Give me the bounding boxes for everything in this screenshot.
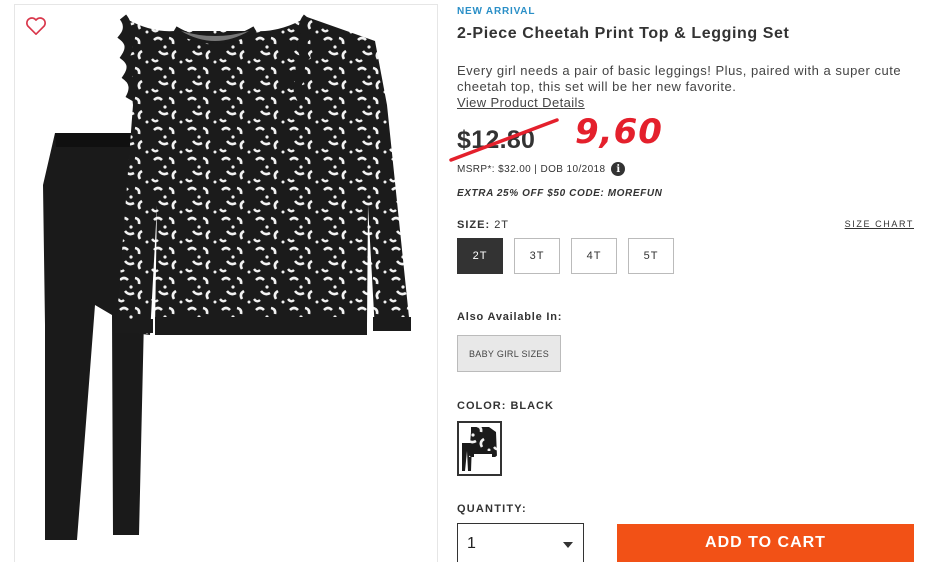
size-chart-link[interactable]: SIZE CHART	[845, 219, 914, 229]
product-image[interactable]	[15, 5, 438, 562]
quantity-label: QUANTITY:	[457, 503, 527, 515]
promo-code-text: EXTRA 25% OFF $50 CODE: MOREFUN	[457, 188, 663, 199]
also-available-label: Also Available In:	[457, 311, 563, 323]
quantity-select[interactable]: 1	[457, 523, 584, 562]
color-label-title: COLOR:	[457, 400, 507, 412]
heart-outline-icon[interactable]	[25, 16, 47, 36]
new-arrival-badge: NEW ARRIVAL	[457, 6, 536, 17]
view-product-details-link[interactable]: View Product Details	[457, 95, 585, 110]
size-options: 2T 3T 4T 5T	[457, 238, 674, 274]
msrp-text: MSRP*: $32.00 | DOB 10/2018	[457, 163, 606, 175]
product-title: 2-Piece Cheetah Print Top & Legging Set	[457, 25, 790, 42]
caret-down-icon	[563, 542, 573, 548]
info-icon[interactable]: i	[611, 162, 626, 176]
product-description: Every girl needs a pair of basic legging…	[457, 63, 902, 94]
size-label: SIZE: 2T	[457, 219, 509, 231]
size-selected-value: 2T	[494, 219, 510, 231]
size-option-3t[interactable]: 3T	[514, 238, 560, 274]
add-to-cart-button[interactable]: ADD TO CART	[617, 524, 914, 562]
baby-girl-sizes-button[interactable]: BABY GIRL SIZES	[457, 335, 561, 372]
msrp-line: MSRP*: $32.00 | DOB 10/2018 i	[457, 162, 626, 176]
size-option-2t[interactable]: 2T	[457, 238, 503, 274]
product-image-panel	[14, 4, 438, 562]
swatch-thumbnail	[459, 423, 500, 474]
color-label: COLOR: BLACK	[457, 400, 554, 412]
product-price: $12.80	[457, 126, 536, 154]
size-option-4t[interactable]: 4T	[571, 238, 617, 274]
size-label-title: SIZE:	[457, 219, 491, 231]
quantity-value: 1	[467, 535, 476, 552]
color-selected-value: BLACK	[510, 400, 554, 412]
size-option-5t[interactable]: 5T	[628, 238, 674, 274]
color-swatch-black[interactable]	[457, 421, 502, 476]
handwritten-sale-price: 9,60	[575, 112, 663, 152]
